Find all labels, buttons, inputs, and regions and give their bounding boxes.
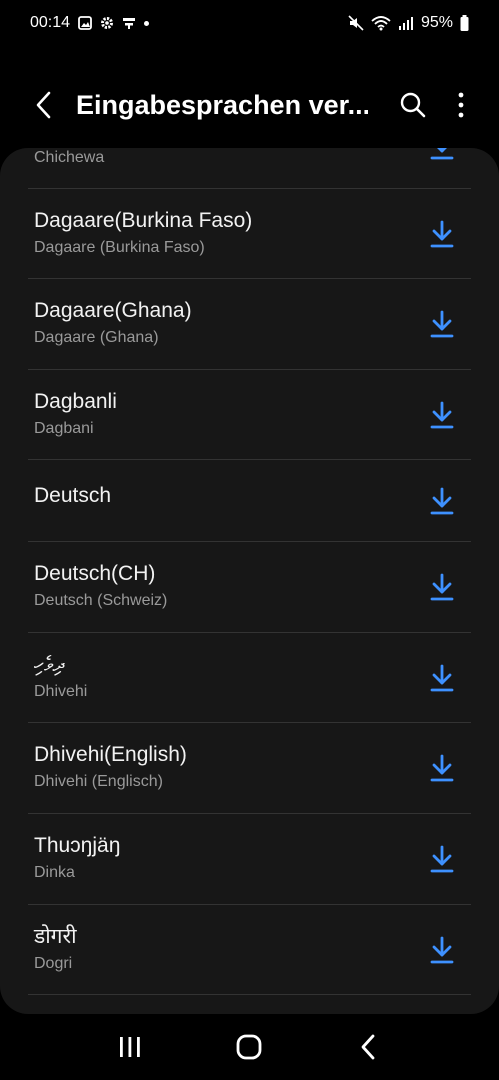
item-subtitle: Dagaare (Ghana) — [34, 329, 159, 346]
item-title: Dagaare(Ghana) — [34, 299, 192, 322]
back-nav-button[interactable] — [347, 1025, 391, 1069]
list-item-dhivehi[interactable]: ދިވެހި Dhivehi — [0, 633, 499, 723]
item-subtitle: Chichewa — [34, 149, 105, 166]
wifi-icon — [371, 15, 391, 31]
item-text: Dagbanli Dagbani — [34, 389, 409, 439]
download-icon — [430, 754, 454, 782]
list-item-dagbanli[interactable]: Dagbanli Dagbani — [0, 370, 499, 460]
download-icon — [430, 936, 454, 964]
download-icon — [430, 845, 454, 873]
item-text: Dagaare(Burkina Faso) Dagaare (Burkina F… — [34, 208, 409, 258]
more-vert-icon — [458, 92, 464, 118]
item-text: Deutsch — [34, 483, 409, 509]
list-item-dhivehi-english[interactable]: Dhivehi(English) Dhivehi (Englisch) — [0, 723, 499, 813]
page-title: Eingabesprachen ver... — [76, 89, 368, 120]
download-button[interactable] — [427, 485, 457, 517]
download-button[interactable] — [427, 148, 457, 162]
battery-icon — [460, 15, 469, 31]
more-options-button[interactable] — [445, 89, 477, 121]
item-text: Chichewa — [34, 148, 409, 168]
notification-icon — [122, 16, 136, 30]
download-icon — [430, 664, 454, 692]
item-subtitle: Deutsch (Schweiz) — [34, 592, 168, 609]
download-button[interactable] — [427, 308, 457, 340]
download-icon — [430, 573, 454, 601]
item-text: Thuɔŋjäŋ Dinka — [34, 833, 409, 883]
download-button[interactable] — [427, 752, 457, 784]
item-title: ދިވެހި — [34, 653, 65, 676]
item-title: Deutsch(CH) — [34, 562, 156, 585]
download-button[interactable] — [427, 662, 457, 694]
search-button[interactable] — [397, 89, 429, 121]
item-title: डोगरी — [34, 925, 77, 948]
item-title: Dhivehi(English) — [34, 743, 187, 766]
item-text: Deutsch(CH) Deutsch (Schweiz) — [34, 561, 409, 611]
list-item-deutsch-ch[interactable]: Deutsch(CH) Deutsch (Schweiz) — [0, 542, 499, 632]
settings-icon — [100, 16, 114, 30]
item-subtitle: Dhivehi (Englisch) — [34, 773, 163, 790]
gallery-icon — [78, 16, 92, 30]
signal-icon — [398, 16, 414, 30]
chevron-left-icon — [36, 91, 51, 119]
item-title: Thuɔŋjäŋ — [34, 834, 121, 857]
item-title: Dagbanli — [34, 390, 117, 413]
status-time: 00:14 — [30, 14, 71, 31]
back-button[interactable] — [24, 85, 64, 125]
item-subtitle: Dagaare (Burkina Faso) — [34, 239, 205, 256]
item-text: Dhivehi(English) Dhivehi (Englisch) — [34, 742, 409, 792]
navigation-bar — [0, 1014, 499, 1080]
home-icon — [237, 1034, 262, 1060]
item-subtitle: Dhivehi — [34, 683, 88, 700]
list-item-dagaare-burkina-faso[interactable]: Dagaare(Burkina Faso) Dagaare (Burkina F… — [0, 189, 499, 279]
item-subtitle: Dogri — [34, 955, 73, 972]
status-right: 95% — [348, 14, 469, 32]
home-button[interactable] — [227, 1025, 271, 1069]
download-button[interactable] — [427, 218, 457, 250]
item-text: Dagaare(Ghana) Dagaare (Ghana) — [34, 298, 409, 348]
item-subtitle: Dagbani — [34, 420, 94, 437]
divider — [28, 994, 471, 995]
list-item-deutsch[interactable]: Deutsch — [0, 460, 499, 542]
recent-apps-icon — [119, 1037, 140, 1057]
back-icon — [361, 1034, 375, 1060]
status-bar: 00:14 95% — [0, 0, 499, 46]
download-icon — [430, 310, 454, 338]
download-button[interactable] — [427, 571, 457, 603]
download-icon — [430, 148, 454, 160]
language-list[interactable]: Chichewa Dagaare(Burkina Faso) Dagaare (… — [0, 148, 499, 1014]
download-icon — [430, 220, 454, 248]
list-item-dagaare-ghana[interactable]: Dagaare(Ghana) Dagaare (Ghana) — [0, 279, 499, 369]
status-dot — [144, 20, 150, 26]
app-header: Eingabesprachen ver... — [0, 70, 499, 140]
battery-percent: 95% — [420, 14, 453, 31]
download-button[interactable] — [427, 843, 457, 875]
header-actions — [397, 89, 477, 121]
download-icon — [430, 487, 454, 515]
item-text: ދިވެހި Dhivehi — [34, 652, 409, 702]
item-text: डोगरी Dogri — [34, 924, 409, 974]
list-item-dogri[interactable]: डोगरी Dogri — [0, 905, 499, 995]
list-item-dinka[interactable]: Thuɔŋjäŋ Dinka — [0, 814, 499, 904]
download-button[interactable] — [427, 934, 457, 966]
download-button[interactable] — [427, 399, 457, 431]
search-icon — [400, 92, 426, 118]
item-subtitle: Dinka — [34, 864, 75, 881]
item-title: Deutsch — [34, 484, 112, 507]
list-item-chichewa[interactable]: Chichewa — [0, 148, 499, 190]
mute-icon — [348, 15, 364, 31]
download-icon — [430, 401, 454, 429]
status-left: 00:14 — [30, 14, 150, 32]
item-title: Dagaare(Burkina Faso) — [34, 209, 253, 232]
recent-apps-button[interactable] — [108, 1025, 152, 1069]
